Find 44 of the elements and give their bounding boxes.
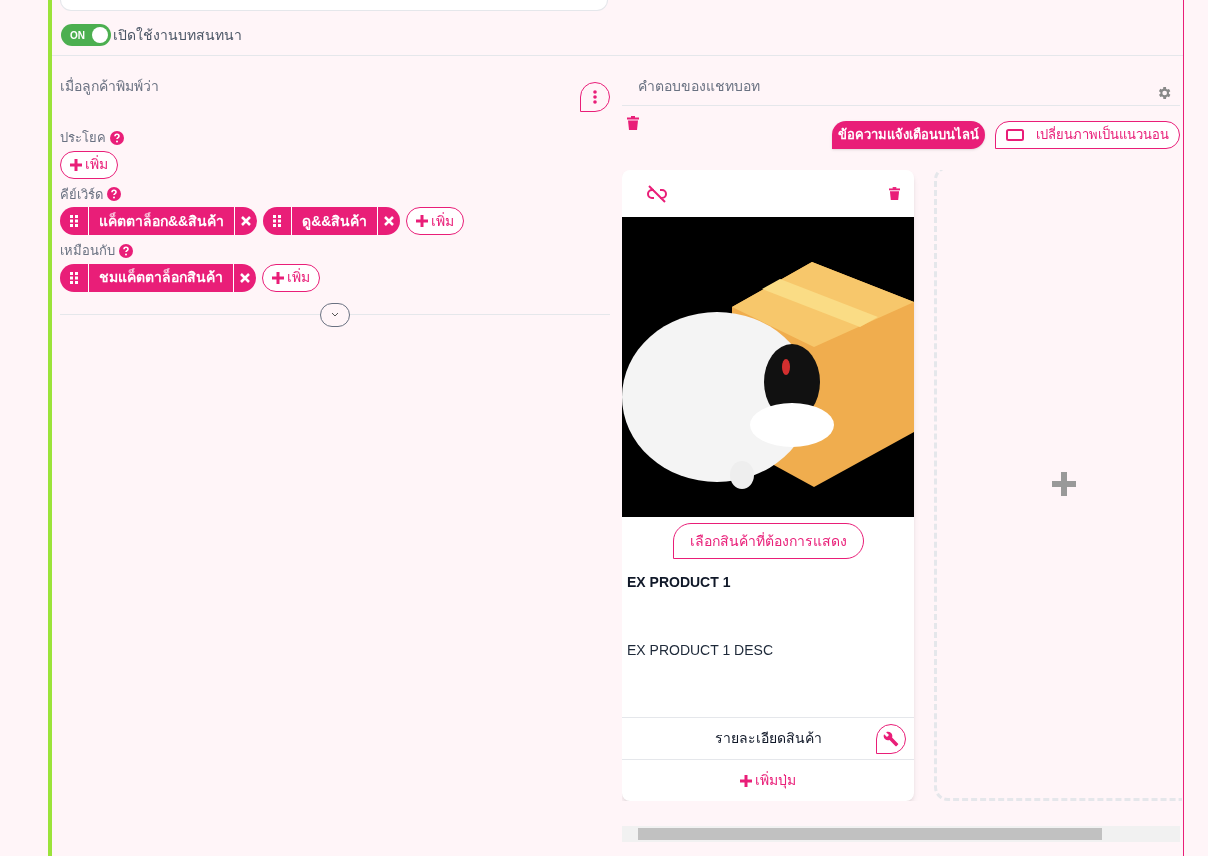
close-icon[interactable] <box>384 216 395 226</box>
product-title: EX PRODUCT 1 <box>627 573 732 592</box>
field-label: เหมือนกับ <box>60 242 115 260</box>
plus-icon <box>416 215 429 227</box>
plus-icon <box>740 774 752 787</box>
trash-icon[interactable] <box>889 187 900 200</box>
drag-handle-icon[interactable] <box>70 271 78 284</box>
add-button[interactable]: เพิ่ม <box>262 263 320 292</box>
add-button-link[interactable]: เพิ่มปุ่ม <box>740 770 796 791</box>
plus-icon <box>1052 471 1076 496</box>
drag-handle-icon[interactable] <box>273 215 282 227</box>
add-button[interactable]: เพิ่ม <box>406 207 465 235</box>
rectangle-icon <box>1006 129 1024 141</box>
tag-text: ดู&&สินค้า <box>301 211 369 232</box>
tag-text: แค็ตตาล็อก&&สินค้า <box>98 211 226 231</box>
close-icon[interactable] <box>241 216 252 226</box>
toggle-label: เปิดใช้งานบทสนทนา <box>113 25 242 45</box>
add-button[interactable]: เพิ่ม <box>60 150 118 179</box>
toggle-switch[interactable]: ON <box>61 24 111 46</box>
horizontal-scrollbar[interactable] <box>622 826 1180 842</box>
product-description: EX PRODUCT 1 DESC <box>627 641 774 660</box>
section-title: เมื่อลูกค้าพิมพ์ว่า <box>60 76 159 97</box>
more-icon <box>593 90 597 104</box>
plus-icon <box>70 158 82 171</box>
chevron-down-icon <box>331 312 339 317</box>
drag-handle-icon[interactable] <box>70 215 78 227</box>
expand-button[interactable] <box>320 302 350 327</box>
help-icon[interactable] <box>119 243 133 258</box>
line-notification-button[interactable]: ข้อความแจ้งเตือนบนไลน์ <box>832 121 985 149</box>
field-label: ประโยค <box>60 129 106 147</box>
help-icon[interactable] <box>110 130 124 145</box>
trash-icon[interactable] <box>627 116 639 130</box>
help-icon[interactable] <box>107 187 121 202</box>
plus-icon <box>272 271 284 284</box>
tag-text: ชมแค็ตตาล็อกสินค้า <box>98 267 224 287</box>
action-label: รายละเอียดสินค้า <box>714 729 822 748</box>
text-field[interactable] <box>60 0 608 11</box>
unlink-icon[interactable] <box>646 184 668 203</box>
settings-icon <box>1156 85 1172 101</box>
field-label: คีย์เวิร์ด <box>60 185 103 204</box>
section-title: คำตอบของแชทบอท <box>638 77 760 96</box>
close-icon[interactable] <box>240 272 250 283</box>
wrench-icon <box>883 730 899 747</box>
landscape-button[interactable]: เปลี่ยนภาพเป็นแนวนอน <box>995 121 1180 149</box>
